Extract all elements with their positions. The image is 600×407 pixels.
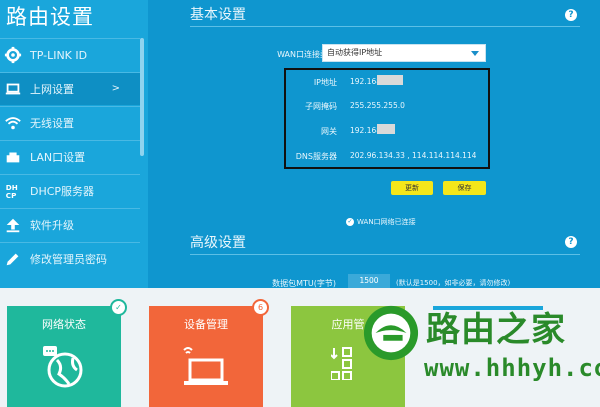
dns-value: 202.96.134.33 , 114.114.114.114	[350, 151, 477, 160]
sidebar-scrollbar[interactable]	[140, 38, 144, 156]
subnet-mask-label: 子网掩码	[305, 102, 337, 111]
sidebar-item-upgrade[interactable]: 软件升级	[0, 208, 140, 241]
mtu-input[interactable]: 1500	[348, 274, 390, 288]
laptop-icon	[0, 73, 26, 106]
tile-title: 网络状态	[42, 318, 86, 331]
chevron-right-icon: >	[111, 83, 120, 94]
help-icon[interactable]: ?	[565, 236, 577, 248]
ip-label: IP地址	[313, 78, 337, 87]
sidebar-item-label: 无线设置	[30, 117, 74, 130]
sidebar-item-label: TP-LINK ID	[30, 48, 88, 62]
sidebar-item-label: 上网设置	[30, 83, 74, 96]
sidebar-item-label: 软件升级	[30, 219, 74, 232]
wan-type-value: 自动获得IP地址	[327, 48, 383, 57]
check-icon: ✓	[346, 218, 354, 226]
sidebar-item-label: DHCP服务器	[30, 185, 95, 198]
basic-settings-title: 基本设置	[190, 7, 246, 23]
check-badge-icon: ✓	[110, 299, 127, 316]
sidebar-item-tplink-id[interactable]: TP-LINK ID	[0, 38, 140, 71]
redaction-block	[377, 75, 403, 85]
gear-icon	[0, 39, 26, 72]
watermark-logo-icon	[362, 304, 420, 362]
watermark-url: www.hhhyh.com	[424, 354, 600, 382]
sidebar-item-lan[interactable]: LAN口设置	[0, 140, 140, 173]
sidebar: 路由设置 TP-LINK ID 上网设置 > 无线设置 LAN口设置 DH CP …	[0, 0, 148, 288]
sidebar-item-label: LAN口设置	[30, 151, 86, 164]
svg-text:CP: CP	[6, 191, 17, 200]
globe-icon	[43, 346, 85, 394]
chevron-down-icon	[471, 51, 479, 56]
wan-type-select[interactable]: 自动获得IP地址	[322, 44, 486, 62]
tile-title: 设备管理	[184, 318, 228, 331]
redaction-block	[377, 124, 395, 134]
advanced-settings-title: 高级设置	[190, 235, 246, 251]
watermark: 路由之家 www.hhhyh.com	[352, 300, 600, 407]
divider	[190, 254, 580, 255]
refresh-button[interactable]: 更新	[391, 181, 433, 195]
laptop-icon	[180, 344, 232, 392]
help-icon[interactable]: ?	[565, 9, 577, 21]
dhcp-icon: DH CP	[0, 175, 26, 208]
app-title: 路由设置	[6, 5, 94, 29]
watermark-text: 路由之家	[426, 310, 566, 350]
divider	[190, 26, 580, 27]
sidebar-item-wireless[interactable]: 无线设置	[0, 106, 140, 139]
sidebar-item-dhcp[interactable]: DH CP DHCP服务器	[0, 174, 140, 207]
save-button[interactable]: 保存	[443, 181, 486, 195]
tile-device-management[interactable]: 设备管理 6	[149, 299, 269, 407]
wan-status: ✓ WAN口网络已连接	[346, 217, 416, 227]
gateway-label: 网关	[321, 127, 337, 136]
upload-icon	[0, 209, 26, 242]
sidebar-item-label: 修改管理员密码	[30, 253, 107, 266]
wifi-icon	[0, 107, 26, 140]
sidebar-item-admin-password[interactable]: 修改管理员密码	[0, 242, 140, 275]
subnet-mask-value: 255.255.255.0	[350, 101, 405, 110]
sidebar-item-internet[interactable]: 上网设置 >	[0, 72, 140, 105]
pencil-icon	[0, 243, 26, 276]
wan-status-text: WAN口网络已连接	[357, 218, 416, 226]
mtu-hint: (默认是1500，如非必要，请勿修改)	[396, 279, 511, 287]
tile-network-status[interactable]: 网络状态 ✓	[7, 299, 127, 407]
device-count-badge: 6	[252, 299, 269, 316]
lan-icon	[0, 141, 26, 174]
dns-label: DNS服务器	[295, 152, 337, 161]
